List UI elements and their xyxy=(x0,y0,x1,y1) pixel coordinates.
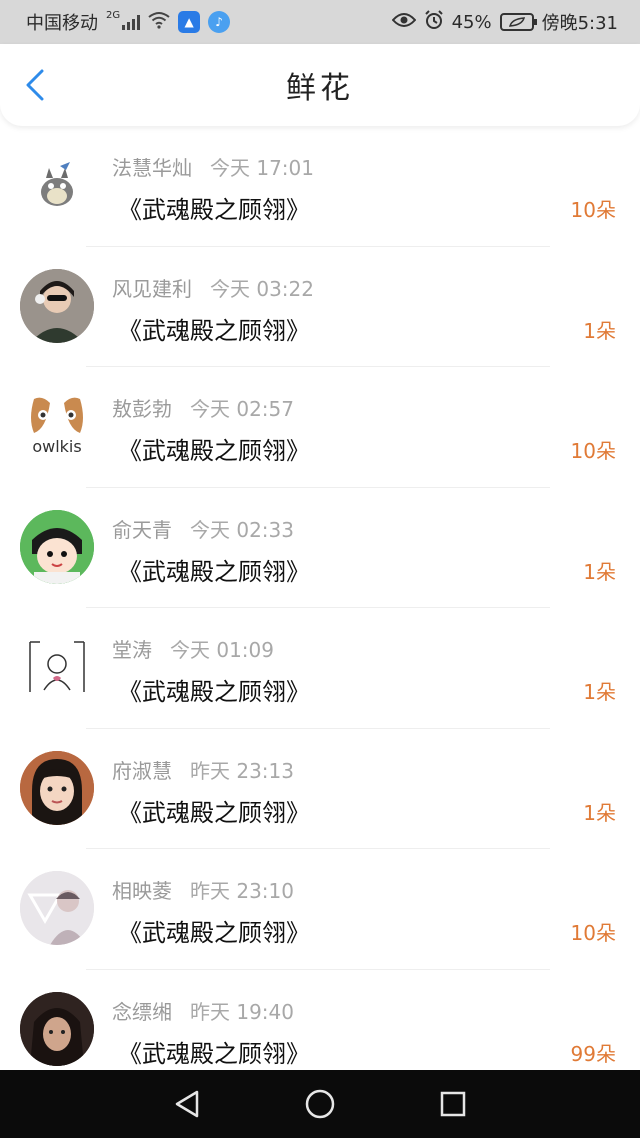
book-title: 《武魂殿之顾翎》 xyxy=(118,557,310,586)
status-left: 中国移动 2G ▲ ♪ xyxy=(26,9,231,35)
avatar[interactable] xyxy=(20,871,94,945)
avatar[interactable] xyxy=(20,148,94,222)
avatar[interactable] xyxy=(20,509,94,584)
flower-quantity: 1朵 xyxy=(583,680,616,704)
flower-quantity: 1朵 xyxy=(583,318,616,343)
avatar[interactable] xyxy=(20,750,94,825)
flower-quantity: 10朵 xyxy=(570,921,616,945)
timestamp: 今天 02:33 xyxy=(190,517,294,542)
avatar[interactable] xyxy=(20,268,94,343)
flower-quantity: 10朵 xyxy=(570,439,616,463)
book-title: 《武魂殿之顾翎》 xyxy=(118,196,310,224)
sender-line: 敖彭勃 今天 02:57 xyxy=(112,393,294,422)
flower-quantity: 1朵 xyxy=(583,559,616,584)
book-title: 《武魂殿之顾翎》 xyxy=(118,678,310,706)
sender-line: 相映菱 昨天 23:10 xyxy=(112,875,294,904)
list-item[interactable]: 堂涛 今天 01:09 《武魂殿之顾翎》 1朵 xyxy=(0,608,640,729)
sender-name: 府淑慧 xyxy=(112,758,172,783)
carrier-label: 中国移动 xyxy=(26,13,98,34)
nav-home-button[interactable] xyxy=(300,1084,340,1124)
status-bar: 中国移动 2G ▲ ♪ 45% 傍晚5:31 xyxy=(0,0,640,44)
book-title: 《武魂殿之顾翎》 xyxy=(118,316,310,345)
wifi-icon xyxy=(148,11,170,34)
sender-line: 法慧华灿 今天 17:01 xyxy=(112,152,314,181)
avatar[interactable] xyxy=(20,991,94,1066)
book-title: 《武魂殿之顾翎》 xyxy=(118,919,310,947)
nav-back-button[interactable] xyxy=(167,1084,207,1124)
list-item[interactable]: 相映菱 昨天 23:10 《武魂殿之顾翎》 10朵 xyxy=(0,849,640,970)
sender-line: 府淑慧 昨天 23:13 xyxy=(112,755,294,784)
sender-name: 相映菱 xyxy=(112,879,172,903)
timestamp: 昨天 23:13 xyxy=(190,758,294,783)
circle-home-icon xyxy=(305,1089,335,1119)
avatar-logo-text: owlkis xyxy=(32,437,81,456)
timestamp: 今天 01:09 xyxy=(170,638,274,662)
sender-name: 堂涛 xyxy=(112,638,152,662)
flower-quantity: 1朵 xyxy=(583,800,616,825)
nav-recents-button[interactable] xyxy=(433,1084,473,1124)
clock-label: 傍晚5:31 xyxy=(541,13,618,34)
book-title: 《武魂殿之顾翎》 xyxy=(118,437,310,465)
battery-icon xyxy=(499,13,537,31)
sender-line: 风见建利 今天 03:22 xyxy=(112,273,314,302)
list-item[interactable]: 俞天青 今天 02:33 《武魂殿之顾翎》 1朵 xyxy=(0,488,640,608)
flower-list: 法慧华灿 今天 17:01 《武魂殿之顾翎》 10朵 风见建利 今天 03:22 《… xyxy=(0,126,640,1090)
timestamp: 今天 03:22 xyxy=(210,276,314,301)
list-item[interactable]: 风见建利 今天 03:22 《武魂殿之顾翎》 1朵 xyxy=(0,247,640,367)
system-nav-bar xyxy=(0,1070,640,1138)
square-recents-icon xyxy=(441,1091,466,1117)
book-title: 《武魂殿之顾翎》 xyxy=(118,798,310,827)
sender-name: 念缥缃 xyxy=(112,999,172,1024)
status-right: 45% 傍晚5:31 xyxy=(391,9,618,35)
flower-quantity: 10朵 xyxy=(570,198,616,222)
app-notification-icon: ▲ xyxy=(178,11,201,33)
sender-line: 堂涛 今天 01:09 xyxy=(112,634,274,663)
back-button[interactable] xyxy=(18,68,52,102)
network-type: 2G xyxy=(106,9,121,21)
sender-line: 俞天青 今天 02:33 xyxy=(112,514,294,543)
sender-name: 俞天青 xyxy=(112,517,172,542)
flower-quantity: 99朵 xyxy=(570,1041,616,1066)
music-app-icon: ♪ xyxy=(208,11,231,33)
timestamp: 今天 02:57 xyxy=(190,397,294,421)
timestamp: 昨天 19:40 xyxy=(190,999,294,1024)
header: 鲜花 xyxy=(0,44,640,126)
list-item[interactable]: owlkis 敖彭勃 今天 02:57 《武魂殿之顾翎》 10朵 xyxy=(0,367,640,488)
list-item[interactable]: 府淑慧 昨天 23:13 《武魂殿之顾翎》 1朵 xyxy=(0,729,640,849)
list-item[interactable]: 法慧华灿 今天 17:01 《武魂殿之顾翎》 10朵 xyxy=(0,126,640,247)
book-title: 《武魂殿之顾翎》 xyxy=(118,1039,310,1068)
timestamp: 今天 17:01 xyxy=(210,156,314,180)
sender-line: 念缥缃 昨天 19:40 xyxy=(112,996,294,1025)
signal-icon xyxy=(122,14,141,30)
avatar[interactable]: owlkis xyxy=(20,389,94,463)
avatar[interactable] xyxy=(20,630,94,704)
sender-name: 风见建利 xyxy=(112,276,192,301)
alarm-icon xyxy=(424,9,444,35)
chevron-left-icon xyxy=(26,69,44,101)
sender-name: 敖彭勃 xyxy=(112,397,172,421)
sender-name: 法慧华灿 xyxy=(112,156,192,180)
timestamp: 昨天 23:10 xyxy=(190,879,294,903)
triangle-back-icon xyxy=(175,1090,198,1118)
eye-icon xyxy=(391,12,416,33)
page-title: 鲜花 xyxy=(286,71,354,106)
battery-percent: 45% xyxy=(451,11,492,33)
